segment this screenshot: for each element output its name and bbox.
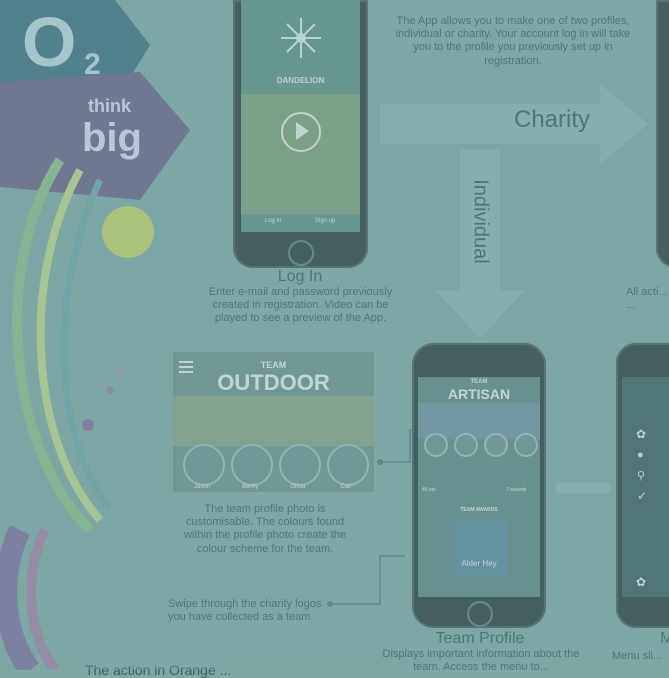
team-name: ARTISAN (447, 386, 511, 402)
team-label: TEAM (470, 379, 488, 385)
stat-right: 7 awards (506, 487, 527, 493)
settings-icon[interactable]: ✿ (636, 575, 646, 589)
menu-screen[interactable]: ✿ ● ⚲ ✓ ✿ (622, 377, 669, 597)
team-photo-description: The team profile photo is customisable. … (183, 503, 347, 555)
gear-icon[interactable]: ✿ (636, 427, 646, 441)
connector-lines (327, 429, 610, 607)
team-profile-title: Team Profile (435, 630, 525, 647)
member-avatar[interactable] (484, 433, 508, 457)
check-icon[interactable]: ✓ (637, 489, 647, 503)
team-profile-screen[interactable]: TEAM ARTISAN 46 pts 7 awards TEAM AWARDS… (418, 377, 540, 597)
stat-left: 46 pts (422, 487, 436, 493)
member-avatar[interactable] (424, 433, 448, 457)
award-card[interactable]: Alder Hey (450, 519, 508, 577)
profile-icon[interactable]: ● (637, 449, 644, 461)
team-profile-description: Displays important information about the… (382, 648, 580, 674)
home-button (467, 601, 493, 627)
menu-title-partial: M (660, 630, 669, 647)
search-icon[interactable]: ⚲ (637, 469, 645, 482)
member-avatar[interactable] (454, 433, 478, 457)
award-name: Alder Hey (461, 559, 497, 568)
bottom-partial-text: The action in Orange ... (85, 662, 232, 678)
awards-label: TEAM AWARDS (460, 507, 498, 513)
team-profile-phone: TEAM ARTISAN 46 pts 7 awards TEAM AWARDS… (412, 343, 546, 628)
member-avatar[interactable] (514, 433, 538, 457)
menu-description-partial: Menu sli... (612, 650, 663, 662)
menu-phone-partial: ✿ ● ⚲ ✓ ✿ (616, 343, 669, 628)
swipe-description: Swipe through the charity logos you have… (168, 598, 322, 624)
